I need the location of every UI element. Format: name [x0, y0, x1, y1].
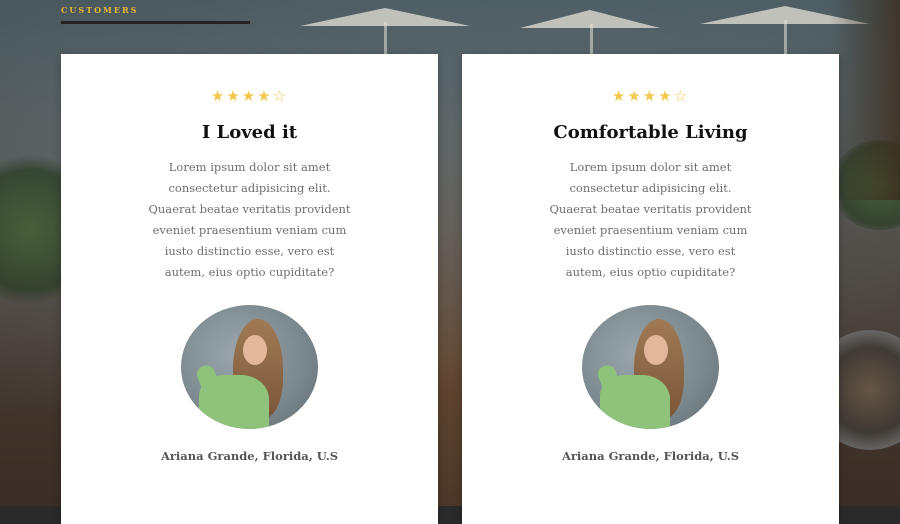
testimonial-title: Comfortable Living: [553, 122, 748, 143]
testimonial-text: Lorem ipsum dolor sit amet consectetur a…: [148, 160, 351, 279]
star-rating: ★★★★☆: [61, 87, 438, 105]
customer-name: Ariana Grande, Florida, U.S: [561, 449, 740, 463]
section-underline: [61, 21, 250, 24]
empty-star-icon: ☆: [272, 87, 289, 105]
section-label: CUSTOMERS: [61, 5, 139, 15]
customer-name: Ariana Grande, Florida, U.S: [160, 449, 339, 463]
testimonial-text: Lorem ipsum dolor sit amet consectetur a…: [549, 160, 752, 279]
testimonial-title: I Loved it: [201, 122, 298, 143]
testimonial-card: ★★★★☆ Comfortable Living Lorem ipsum dol…: [462, 54, 839, 524]
star-rating: ★★★★☆: [462, 87, 839, 105]
avatar: [582, 305, 719, 429]
avatar: [181, 305, 318, 429]
empty-star-icon: ☆: [673, 87, 690, 105]
testimonial-card: ★★★★☆ I Loved it Lorem ipsum dolor sit a…: [61, 54, 438, 524]
filled-stars-icon: ★★★★: [210, 87, 273, 105]
filled-stars-icon: ★★★★: [611, 87, 674, 105]
